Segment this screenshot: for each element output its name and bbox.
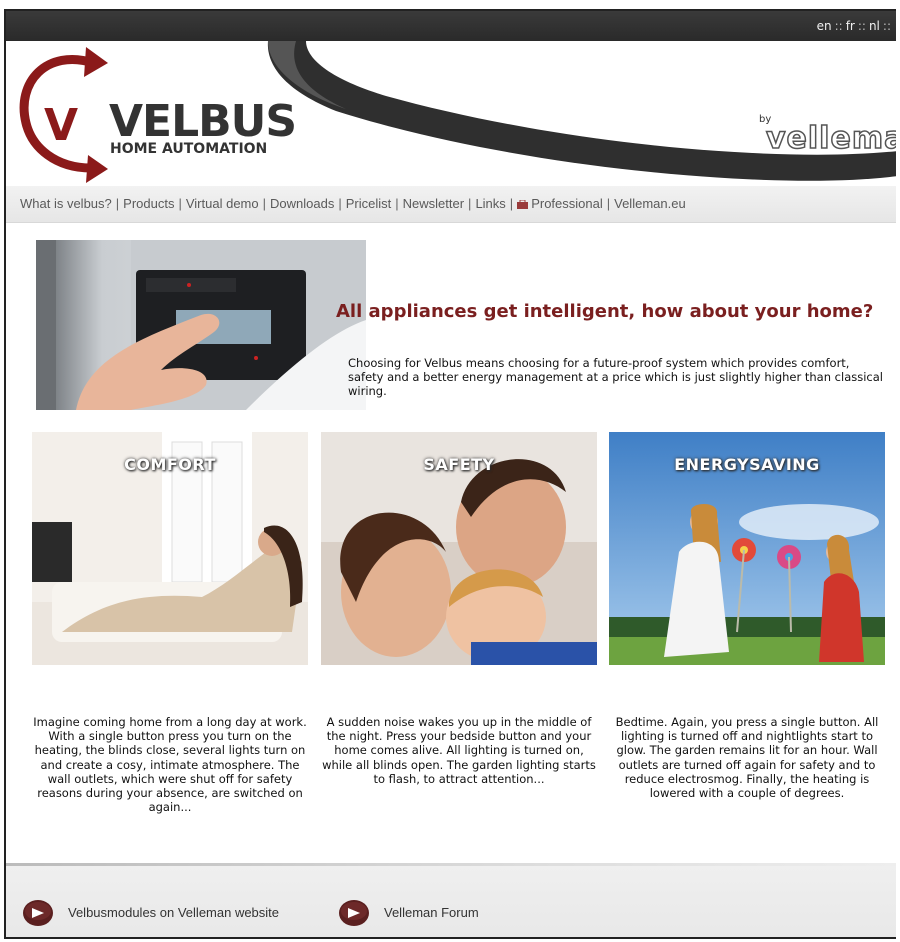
hero-title: All appliances get intelligent, how abou…	[336, 301, 874, 322]
tile-title-energysaving: ENERGYSAVING	[674, 455, 820, 474]
tile-title-comfort: COMFORT	[124, 455, 216, 474]
footer-link-label: Velbusmodules on Velleman website	[68, 905, 280, 920]
nav-separator: |	[262, 196, 266, 211]
nav-professional[interactable]: Professional	[531, 196, 603, 211]
main-nav: What is velbus? | Products | Virtual demo | Do…	[6, 186, 896, 223]
top-bar: en:: fr:: nl::	[6, 11, 896, 41]
nav-separator: |	[338, 196, 342, 211]
lang-separator: ::	[834, 19, 843, 33]
lang-en[interactable]: en	[817, 19, 832, 33]
nav-virtual-demo[interactable]: Virtual demo	[186, 196, 259, 211]
lang-fr[interactable]: fr	[846, 19, 855, 33]
tile-comfort[interactable]: COMFORT	[32, 432, 308, 665]
page-frame: en:: fr:: nl:: V VELBUS HOME AUTOMATION by…	[4, 9, 896, 939]
tile-description-comfort: Imagine coming home from a long day at w…	[33, 715, 307, 815]
nav-separator: |	[115, 196, 120, 211]
nav-separator: |	[178, 196, 182, 211]
nav-products[interactable]: Products	[123, 196, 174, 211]
nav-links[interactable]: Links	[475, 196, 505, 211]
tile-energysaving[interactable]: ENERGYSAVING	[609, 432, 885, 665]
nav-separator: |	[468, 196, 472, 211]
language-switcher: en:: fr:: nl::	[817, 19, 894, 33]
lang-separator: ::	[857, 19, 866, 33]
logo-wordmark: VELBUS	[109, 96, 297, 147]
nav-separator: |	[509, 196, 514, 211]
play-circle-icon	[23, 900, 53, 926]
logo-subtitle: HOME AUTOMATION	[110, 141, 268, 157]
nav-separator: |	[606, 196, 611, 211]
lang-separator: ::	[882, 19, 891, 33]
footer-link-label: Velleman Forum	[384, 905, 479, 920]
tile-description-safety: A sudden noise wakes you up in the middl…	[322, 715, 596, 786]
tile-description-energysaving: Bedtime. Again, you press a single butto…	[615, 715, 879, 801]
nav-downloads[interactable]: Downloads	[270, 196, 334, 211]
nav-velleman-eu[interactable]: Velleman.eu	[614, 196, 686, 211]
velbus-logo[interactable]: V	[16, 43, 116, 187]
velleman-logo[interactable]: velleman	[765, 120, 896, 157]
play-circle-icon	[339, 900, 369, 926]
tile-safety[interactable]: SAFETY	[321, 432, 597, 665]
svg-text:V: V	[44, 100, 78, 151]
nav-separator: |	[395, 196, 399, 211]
header: V VELBUS HOME AUTOMATION by velleman	[6, 41, 896, 186]
tile-title-safety: SAFETY	[423, 455, 495, 474]
nav-newsletter[interactable]: Newsletter	[403, 196, 464, 211]
nav-pricelist[interactable]: Pricelist	[346, 196, 392, 211]
footer: Velbusmodules on Velleman website Vellem…	[6, 866, 896, 937]
professional-icon	[517, 200, 529, 209]
hero-text: Choosing for Velbus means choosing for a…	[348, 356, 883, 398]
hero-image	[36, 240, 366, 410]
reload-arrows-icon: V	[19, 47, 108, 183]
nav-what-is-velbus[interactable]: What is velbus?	[20, 196, 112, 211]
lang-nl[interactable]: nl	[869, 19, 880, 33]
